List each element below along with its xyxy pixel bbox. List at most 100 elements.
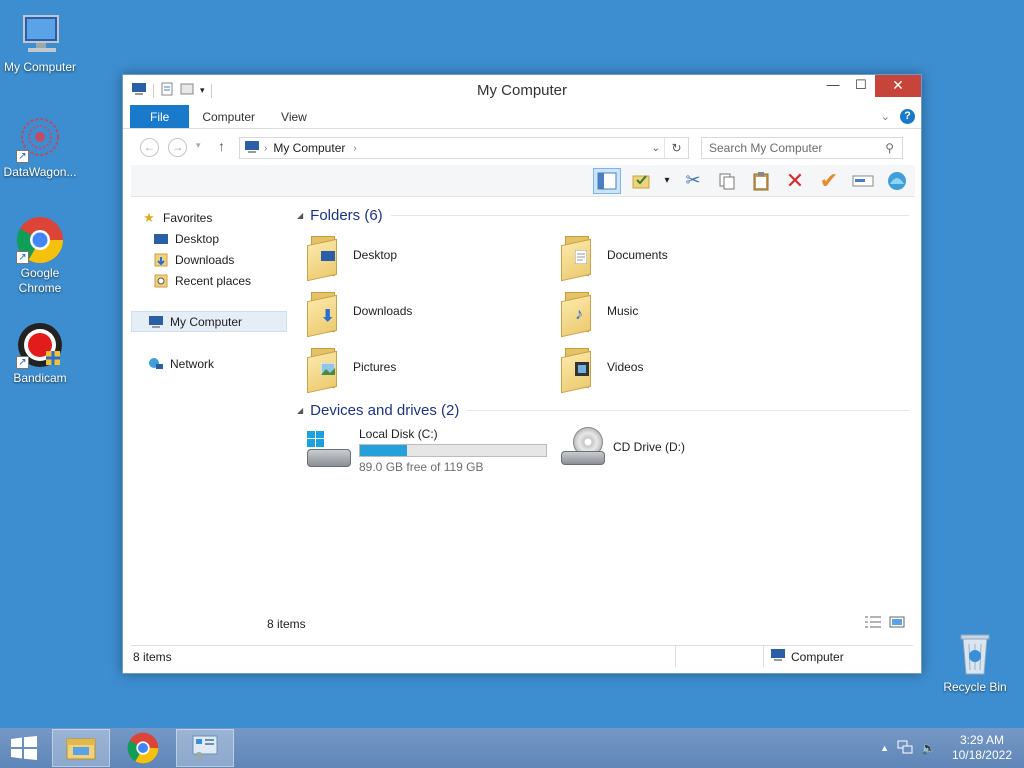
breadcrumb-separator[interactable]: › (353, 143, 356, 154)
folder-label: Documents (607, 248, 668, 262)
nav-recent-places[interactable]: Recent places (153, 270, 309, 291)
folder-tile-videos[interactable]: Videos (559, 341, 799, 394)
view-switcher (865, 616, 905, 631)
search-input[interactable]: Search My Computer ⚲ (701, 137, 903, 159)
window-controls: — ☐ ✕ (819, 75, 921, 97)
breadcrumb-separator[interactable]: › (264, 143, 267, 154)
shortcut-arrow-icon: ↗ (16, 356, 29, 369)
nav-label: Downloads (175, 252, 235, 267)
recent-locations-icon[interactable]: ▾ (196, 140, 201, 151)
folder-tile-music[interactable]: ♪ Music (559, 285, 799, 338)
status-location: Computer (764, 648, 844, 665)
search-icon[interactable]: ⚲ (885, 138, 894, 158)
desktop-icon-recycle-bin[interactable]: Recycle Bin (935, 630, 1015, 695)
taskbar-control-panel[interactable] (176, 729, 234, 767)
shell-icon[interactable] (883, 168, 911, 194)
nav-desktop[interactable]: Desktop (153, 228, 309, 249)
paste-icon[interactable] (747, 168, 775, 194)
address-bar[interactable]: › My Computer › ⌄ ↻ (239, 137, 689, 159)
delete-icon[interactable]: ✕ (781, 168, 809, 194)
drive-usage-fill (360, 445, 407, 456)
title-bar[interactable]: ▾ My Computer — ☐ ✕ (123, 75, 921, 105)
desktop-icon-my-computer[interactable]: My Computer (0, 10, 80, 75)
cut-icon[interactable]: ✂ (679, 168, 707, 194)
clock-date: 10/18/2022 (951, 748, 1012, 762)
shortcut-arrow-icon: ↗ (16, 251, 29, 264)
group-header-folders[interactable]: ◢ Folders (6) (297, 207, 909, 224)
taskbar-chrome[interactable] (114, 729, 172, 767)
address-dropdown-icon[interactable]: ⌄ (652, 143, 660, 154)
explorer-window: ▾ My Computer — ☐ ✕ File Computer View ⌄… (122, 74, 922, 674)
folder-tile-pictures[interactable]: Pictures (305, 341, 545, 394)
apply-checkmark-icon[interactable]: ✔ (815, 168, 843, 194)
copy-icon[interactable] (713, 168, 741, 194)
maximize-button[interactable]: ☐ (847, 75, 875, 97)
status-spacer (676, 646, 764, 667)
desktop-icon-bandicam[interactable]: ↗ Bandicam (0, 321, 80, 386)
tab-view[interactable]: View (268, 105, 320, 128)
minimize-button[interactable]: — (819, 75, 847, 97)
preview-pane-button[interactable] (593, 167, 621, 194)
volume-icon[interactable]: 🔈 (921, 741, 936, 755)
drive-usage-bar (359, 444, 547, 457)
hard-drive-icon (305, 430, 353, 471)
taskbar-file-explorer[interactable] (52, 729, 110, 767)
collapse-arrow-icon[interactable]: ◢ (297, 406, 303, 415)
expand-ribbon-icon[interactable]: ⌄ (881, 110, 890, 123)
drive-tile-c[interactable]: Local Disk (C:) 89.0 GB free of 119 GB (305, 427, 547, 474)
group-title: Folders (6) (310, 207, 383, 224)
tab-computer[interactable]: Computer (189, 105, 268, 128)
folder-tile-desktop[interactable]: Desktop (305, 229, 545, 282)
downloads-icon (153, 253, 169, 267)
desktop-icon (153, 232, 169, 246)
nav-label: Desktop (175, 231, 220, 246)
music-folder-icon: ♪ (559, 288, 601, 338)
group-header-devices[interactable]: ◢ Devices and drives (2) (297, 402, 909, 419)
group-title: Devices and drives (2) (310, 402, 460, 419)
back-button[interactable]: ← (140, 138, 159, 157)
desktop-icon-datawagon[interactable]: ↗ DataWagon... (0, 115, 80, 180)
nav-label: Network (170, 356, 215, 371)
help-button[interactable]: ? (900, 109, 915, 124)
toolbar-dropdown-icon[interactable]: ▾ (661, 168, 673, 194)
drive-tile-d[interactable]: CD Drive (D:) (559, 427, 685, 467)
nav-network[interactable]: Network (148, 353, 304, 374)
desktop-icon-label: Recycle Bin (943, 680, 1007, 694)
up-button[interactable]: ↑ (218, 138, 225, 154)
folder-tile-downloads[interactable]: ⬇ Downloads (305, 285, 545, 338)
pictures-folder-icon (305, 344, 347, 394)
nav-label: Recent places (175, 273, 252, 288)
documents-folder-icon (559, 232, 601, 282)
large-icons-view-icon[interactable] (889, 616, 905, 631)
computer-icon (244, 140, 260, 157)
network-icon (148, 357, 164, 371)
details-view-icon[interactable] (865, 616, 881, 631)
recycle-bin-icon (951, 630, 999, 678)
nav-downloads[interactable]: Downloads (153, 249, 309, 270)
chrome-icon (127, 732, 159, 764)
tab-file[interactable]: File (130, 105, 190, 128)
clock-time: 3:29 AM (959, 733, 1004, 747)
nav-my-computer[interactable]: My Computer (131, 311, 287, 332)
nav-favorites[interactable]: ★ Favorites (141, 207, 297, 228)
desktop-icon-google-chrome[interactable]: ↗ Google Chrome (0, 216, 80, 296)
show-hidden-icons-icon[interactable]: ▲ (880, 743, 889, 753)
folder-tile-documents[interactable]: Documents (559, 229, 799, 282)
search-placeholder: Search My Computer (709, 141, 823, 155)
drive-name: CD Drive (D:) (613, 440, 685, 454)
start-button[interactable] (0, 728, 48, 768)
ribbon-tabs: File Computer View ⌄ ? (123, 105, 921, 129)
folder-label: Videos (607, 360, 644, 374)
rename-icon[interactable] (849, 168, 877, 194)
item-count: 8 items (267, 617, 306, 631)
close-button[interactable]: ✕ (875, 75, 921, 97)
collapse-arrow-icon[interactable]: ◢ (297, 211, 303, 220)
videos-folder-icon (559, 344, 601, 394)
forward-button[interactable]: → (168, 138, 187, 157)
folder-label: Music (607, 304, 639, 318)
refresh-icon[interactable]: ↻ (664, 138, 688, 158)
select-folder-icon[interactable] (627, 168, 655, 194)
network-tray-icon[interactable] (897, 740, 913, 757)
clock[interactable]: 3:29 AM 10/18/2022 (952, 733, 1012, 763)
breadcrumb-my-computer[interactable]: My Computer (273, 141, 345, 155)
